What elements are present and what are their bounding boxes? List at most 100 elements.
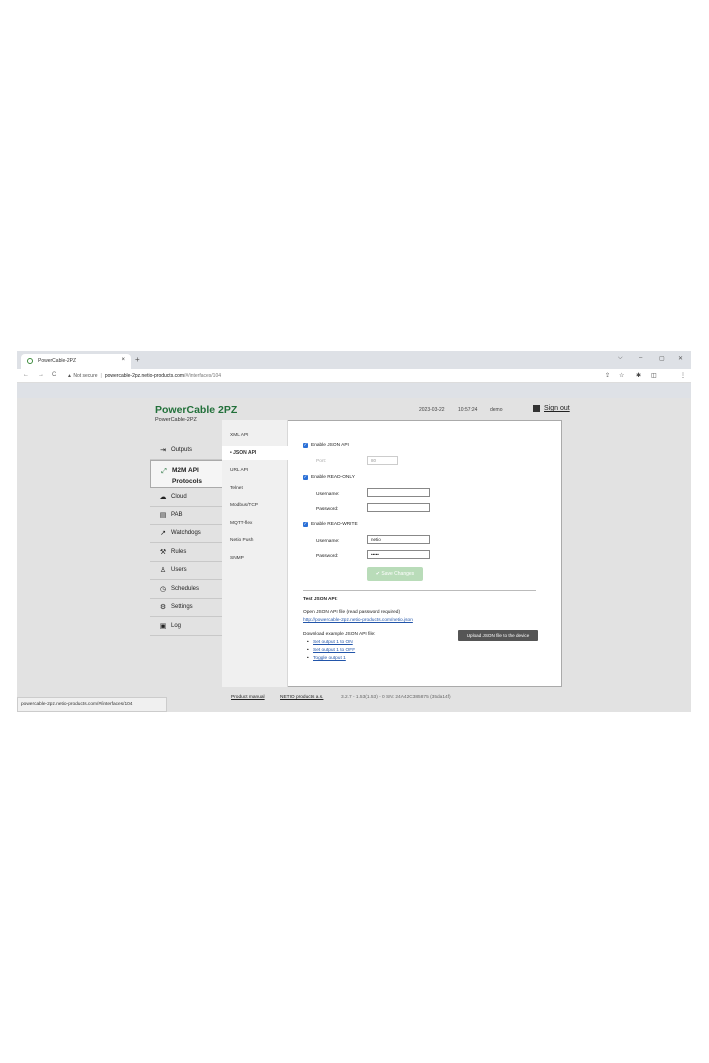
ro-username-input[interactable] bbox=[367, 488, 430, 497]
tab-title: PowerCable-2PZ bbox=[38, 358, 77, 364]
brand-title: PowerCable 2PZ bbox=[155, 404, 238, 416]
menu-item-schedules[interactable]: ◷ Schedules bbox=[150, 581, 222, 599]
submenu-snmp[interactable]: SNMP bbox=[230, 556, 244, 561]
menu-item-rules[interactable]: ⚒ Rules bbox=[150, 544, 222, 562]
reload-icon[interactable]: C bbox=[52, 372, 56, 378]
menu-label: Rules bbox=[171, 549, 187, 555]
sign-out-icon[interactable] bbox=[533, 405, 540, 412]
set-output-on-link[interactable]: Set output 1 to ON bbox=[313, 640, 353, 645]
rw-password-input[interactable]: ••••• bbox=[367, 550, 430, 559]
menu-label: Settings bbox=[171, 604, 193, 610]
menu-label: M2M API Protocols bbox=[172, 467, 202, 485]
url-field[interactable]: ▲ Not secure | powercable-2pz.netio-produc… bbox=[67, 373, 221, 379]
submenu-netio-push[interactable]: Netio Push bbox=[230, 538, 253, 543]
menu-label: Log bbox=[171, 623, 182, 629]
menu-label: Watchdogs bbox=[171, 530, 201, 536]
set-output-off-link[interactable]: Set output 1 to OFF bbox=[313, 648, 355, 653]
status-bar-url: powercable-2pz.netio-products.com/#/inte… bbox=[17, 697, 167, 712]
submenu-mqtt[interactable]: MQTT-flex bbox=[230, 521, 252, 526]
log-icon: ▣ bbox=[159, 623, 167, 630]
date-display: 2023-03-22 bbox=[419, 407, 445, 413]
submenu: XML API • JSON API URL API Telnet Modbus… bbox=[222, 420, 289, 687]
browser-window: PowerCable-2PZ × + ⌵ – ▢ ✕ ← → C ▲ Not s… bbox=[17, 351, 691, 712]
clock-icon: ◷ bbox=[159, 586, 167, 593]
list-bullet: • bbox=[307, 648, 309, 653]
enable-json-checkbox[interactable] bbox=[303, 442, 308, 448]
ro-username-label: Username: bbox=[316, 492, 340, 497]
menu-item-settings[interactable]: ⚙ Settings bbox=[150, 599, 222, 617]
menu-label: Schedules bbox=[171, 586, 200, 592]
share-icon[interactable]: ⇪ bbox=[605, 372, 610, 379]
users-icon: ♙ bbox=[159, 567, 167, 574]
side-panel-icon[interactable]: ◫ bbox=[651, 372, 657, 379]
submenu-telnet[interactable]: Telnet bbox=[230, 486, 243, 491]
close-tab-icon[interactable]: × bbox=[121, 357, 125, 363]
open-json-text: Open JSON API file (read password requir… bbox=[303, 610, 401, 615]
m2m-icon: ⤢ bbox=[161, 468, 167, 475]
menu-item-log[interactable]: ▣ Log bbox=[150, 618, 222, 636]
list-bullet: • bbox=[307, 640, 309, 645]
outputs-icon: ⇥ bbox=[160, 447, 166, 454]
tab-search-icon[interactable]: ⌵ bbox=[618, 355, 623, 362]
menu-label: Users bbox=[171, 567, 187, 573]
company-link[interactable]: NETIO products a.s. bbox=[280, 695, 323, 700]
pab-icon: ▤ bbox=[159, 512, 167, 519]
divider bbox=[303, 590, 536, 591]
submenu-xml-api[interactable]: XML API bbox=[230, 433, 249, 438]
menu-label: Outputs bbox=[171, 447, 193, 453]
menu-label: Cloud bbox=[171, 494, 187, 500]
rules-icon: ⚒ bbox=[159, 549, 167, 556]
enable-readonly-checkbox[interactable] bbox=[303, 474, 308, 480]
enable-readwrite-label: Enable READ-WRITE bbox=[311, 522, 358, 527]
power-icon bbox=[27, 358, 33, 364]
submenu-json-api[interactable]: • JSON API bbox=[222, 446, 289, 460]
port-label: Port: bbox=[316, 459, 327, 464]
enable-json-label: Enable JSON API bbox=[311, 443, 349, 448]
forward-icon[interactable]: → bbox=[38, 372, 44, 378]
rw-username-input[interactable]: netio bbox=[367, 535, 430, 544]
menu-item-cloud[interactable]: ☁ Cloud bbox=[150, 489, 222, 507]
enable-readonly-label: Enable READ-ONLY bbox=[311, 475, 355, 480]
menu-item-pab[interactable]: ▤ PAB bbox=[150, 507, 222, 525]
page-content: PowerCable 2PZ PowerCable-2PZ 2023-03-22… bbox=[17, 398, 691, 712]
upload-json-button[interactable]: Upload JSON file to the device bbox=[458, 630, 538, 641]
user-display: demo bbox=[490, 407, 503, 413]
minimize-button[interactable]: – bbox=[639, 355, 642, 361]
extensions-icon[interactable]: ✱ bbox=[636, 372, 641, 379]
ro-password-label: Password: bbox=[316, 507, 339, 512]
test-json-title: Test JSON API: bbox=[303, 597, 338, 602]
browser-tab[interactable]: PowerCable-2PZ × bbox=[21, 354, 131, 369]
address-bar: ← → C ▲ Not secure | powercable-2pz.netio-… bbox=[17, 369, 691, 383]
cloud-icon: ☁ bbox=[159, 494, 167, 501]
toggle-output-link[interactable]: Toggle output 1 bbox=[313, 656, 346, 661]
watchdog-icon: ↗ bbox=[160, 530, 166, 537]
browser-menu-icon[interactable]: ⋮ bbox=[680, 372, 686, 379]
back-icon[interactable]: ← bbox=[23, 372, 29, 378]
ro-password-input[interactable] bbox=[367, 503, 430, 512]
menu-item-watchdogs[interactable]: ↗ Watchdogs bbox=[150, 525, 222, 543]
open-json-link[interactable]: http://powercable-2pz.netio-products.com… bbox=[303, 618, 413, 623]
submenu-modbus[interactable]: Modbus/TCP bbox=[230, 503, 258, 508]
sign-out-link[interactable]: Sign out bbox=[544, 405, 570, 412]
url-path: /#/interfaces/104 bbox=[184, 372, 222, 379]
save-changes-button[interactable]: ✔ Save Changes bbox=[367, 567, 423, 581]
url-host: powercable-2pz.netio-products.com bbox=[104, 372, 185, 379]
rw-username-label: Username: bbox=[316, 539, 340, 544]
version-info: 3.2.7 - 1.53(1.53) - 0 SN: 24A42C385875 … bbox=[341, 695, 451, 700]
menu-label: PAB bbox=[171, 512, 183, 518]
enable-readwrite-checkbox[interactable] bbox=[303, 521, 308, 527]
download-example-text: Download example JSON API file: bbox=[303, 632, 376, 637]
menu-item-outputs[interactable]: ⇥ Outputs bbox=[150, 442, 222, 460]
close-window-button[interactable]: ✕ bbox=[678, 355, 683, 362]
port-input[interactable]: 80 bbox=[367, 456, 398, 465]
menu-item-m2m-api[interactable]: ⤢ M2M API Protocols bbox=[150, 460, 222, 488]
time-display: 10:57:24 bbox=[458, 407, 478, 413]
device-name: PowerCable-2PZ bbox=[155, 417, 197, 423]
product-manual-link[interactable]: Product manual bbox=[231, 695, 265, 700]
submenu-url-api[interactable]: URL API bbox=[230, 468, 248, 473]
restore-button[interactable]: ▢ bbox=[659, 355, 665, 362]
new-tab-button[interactable]: + bbox=[135, 355, 140, 364]
bookmark-star-icon[interactable]: ☆ bbox=[619, 372, 624, 379]
security-indicator[interactable]: ▲ Not secure bbox=[67, 373, 98, 379]
menu-item-users[interactable]: ♙ Users bbox=[150, 562, 222, 580]
